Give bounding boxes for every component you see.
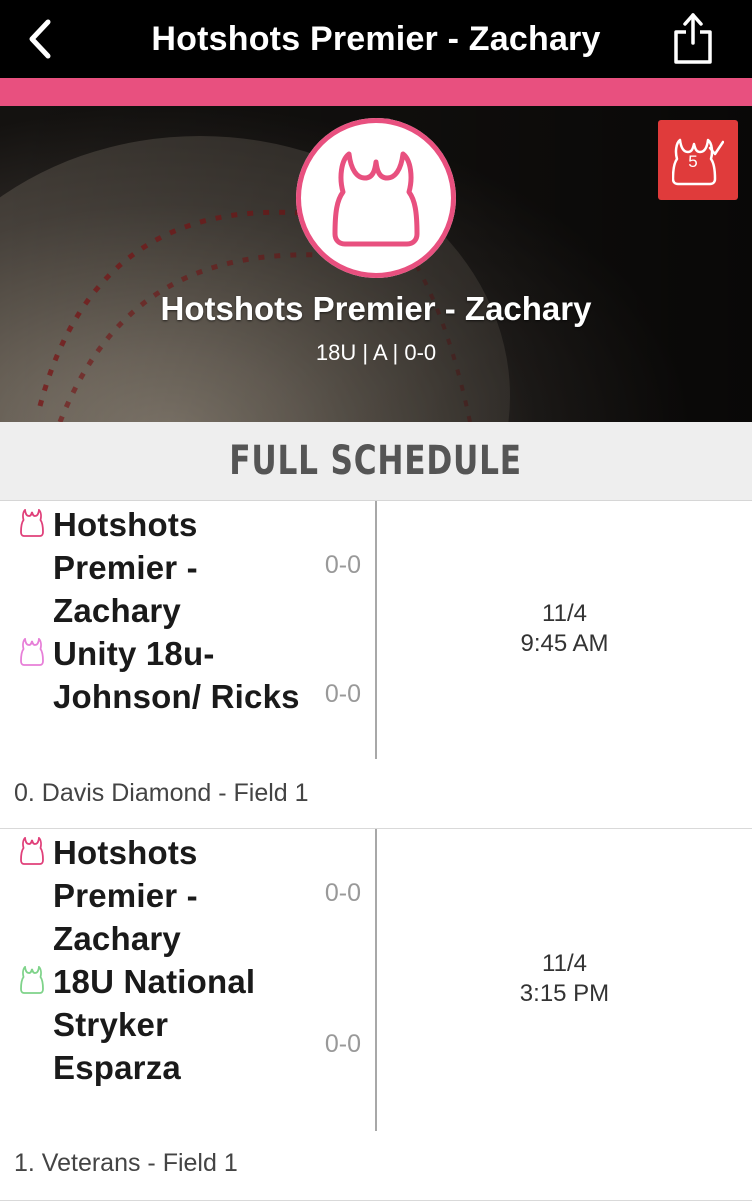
page-title: Hotshots Premier - Zachary [151, 19, 601, 58]
game-venue: 1. Veterans - Field 1 [14, 1149, 238, 1177]
game-date: 11/4 [542, 950, 587, 977]
game-time: 3:15 PM [519, 980, 610, 1007]
jersey-icon [20, 509, 44, 537]
game-venue: 0. Davis Diamond - Field 1 [14, 779, 309, 807]
team-score: 0-0 [324, 1030, 361, 1058]
team-meta: 18U | A | 0-0 [315, 340, 437, 365]
team-score: 0-0 [324, 551, 361, 579]
team-name: 18U National Stryker Esparza [53, 963, 256, 1086]
team-name: Hotshots Premier - Zachary [53, 506, 198, 629]
badge-count: 5 [688, 152, 698, 171]
game-teams: Hotshots Premier - Zachary 0-0 Unity 18u… [0, 501, 377, 759]
team-score: 0-0 [324, 879, 361, 907]
jersey-icon [332, 151, 420, 247]
game-datetime: 11/4 3:15 PM [377, 949, 752, 1009]
team-name: Unity 18u-Johnson/ Ricks [53, 635, 300, 715]
game-date: 11/4 [542, 600, 587, 627]
game-teams: Hotshots Premier - Zachary 0-0 18U Natio… [0, 829, 377, 1131]
team-name-heading: Hotshots Premier - Zachary [160, 290, 592, 327]
full-schedule-header: FULL SCHEDULE [0, 422, 752, 501]
jersey-icon [20, 638, 44, 666]
team-logo [296, 118, 456, 278]
game-card[interactable]: Hotshots Premier - Zachary 0-0 18U Natio… [0, 829, 752, 1201]
game-datetime: 11/4 9:45 AM [377, 599, 752, 659]
game-time: 9:45 AM [520, 630, 609, 657]
jersey-count-badge[interactable]: 5 [658, 120, 738, 200]
game-card[interactable]: Hotshots Premier - Zachary 0-0 Unity 18u… [0, 501, 752, 829]
team-name: Hotshots Premier - Zachary [53, 834, 198, 957]
jersey-icon [20, 837, 44, 865]
home-team-row: Hotshots Premier - Zachary 0-0 [0, 503, 375, 633]
top-navigation-bar: Hotshots Premier - Zachary [0, 0, 752, 78]
accent-stripe [0, 78, 752, 106]
team-header-banner: 5 Hotshots Premier - Zachary 18U | A | 0… [0, 106, 752, 422]
jersey-icon [20, 966, 44, 994]
away-team-row: Unity 18u-Johnson/ Ricks 0-0 [0, 632, 375, 760]
section-title: FULL SCHEDULE [229, 438, 523, 484]
away-team-row: 18U National Stryker Esparza 0-0 [0, 960, 375, 1131]
share-icon[interactable] [670, 10, 716, 66]
team-score: 0-0 [324, 680, 361, 708]
chevron-left-icon[interactable] [18, 14, 68, 64]
home-team-row: Hotshots Premier - Zachary 0-0 [0, 831, 375, 961]
